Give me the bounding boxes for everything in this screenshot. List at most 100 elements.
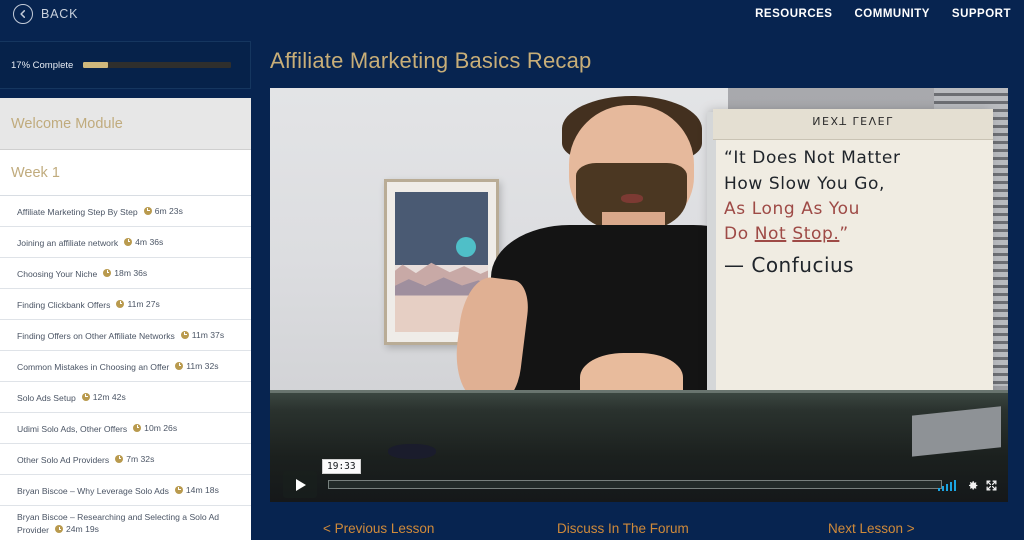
- quote-line-4-e: ”: [839, 223, 849, 244]
- volume-bar-5: [953, 480, 956, 491]
- discuss-forum-link[interactable]: Discuss In The Forum: [557, 521, 689, 536]
- sidebar-lesson-item[interactable]: Other Solo Ad Providers 7m 32s: [0, 444, 251, 475]
- clock-icon: [175, 361, 184, 370]
- presenter-mouth: [620, 193, 643, 204]
- lesson-footer-nav: < Previous Lesson Discuss In The Forum N…: [270, 516, 1008, 540]
- desk-edge: [270, 390, 1008, 394]
- progress-label: 17% Complete: [11, 59, 74, 71]
- sidebar-lesson-item[interactable]: Solo Ads Setup 12m 42s: [0, 382, 251, 413]
- clock-icon: [115, 454, 124, 463]
- clock-icon: [116, 299, 125, 308]
- quote-line-4-d: Stop.: [792, 223, 840, 244]
- quote-line-4: Do Not Stop.”: [724, 222, 982, 247]
- sidebar-lesson-item[interactable]: Finding Clickbank Offers 11m 27s: [0, 289, 251, 320]
- lesson-item-duration-text: 11m 27s: [127, 298, 160, 309]
- lesson-item-title: Udimi Solo Ads, Other Offers: [17, 423, 128, 434]
- chevron-left-icon: [13, 3, 33, 24]
- lesson-item-duration: 11m 37s: [180, 329, 225, 341]
- video-frame-content: NEXT LEVEL “It Does Not Matter How Slow …: [270, 88, 1008, 502]
- sidebar-lesson-item[interactable]: Bryan Biscoe – Researching and Selecting…: [0, 506, 251, 540]
- lesson-item-content: Finding Offers on Other Affiliate Networ…: [17, 329, 224, 342]
- lesson-item-duration: 10m 26s: [133, 422, 177, 434]
- video-player[interactable]: NEXT LEVEL “It Does Not Matter How Slow …: [270, 88, 1008, 502]
- lesson-item-duration-text: 7m 32s: [126, 453, 155, 464]
- lesson-sidebar[interactable]: Welcome Module Week 1 Affiliate Marketin…: [0, 98, 251, 540]
- lesson-item-duration-text: 6m 23s: [154, 205, 183, 216]
- lesson-item-duration-text: 18m 36s: [114, 267, 148, 278]
- page-title: Affiliate Marketing Basics Recap: [270, 48, 592, 73]
- lesson-item-title: Joining an affiliate network: [17, 237, 119, 248]
- sidebar-lesson-item[interactable]: Udimi Solo Ads, Other Offers 10m 26s: [0, 413, 251, 444]
- play-icon: [296, 478, 306, 491]
- top-nav: RESOURCES COMMUNITY SUPPORT: [755, 0, 1011, 27]
- sidebar-lesson-item[interactable]: Affiliate Marketing Step By Step 6m 23s: [0, 196, 251, 227]
- sidebar-lesson-item[interactable]: Common Mistakes in Choosing an Offer 11m …: [0, 351, 251, 382]
- quote-line-4-b: Not: [754, 223, 787, 244]
- lesson-item-content: Common Mistakes in Choosing an Offer 11m …: [17, 360, 219, 373]
- sidebar-lesson-item[interactable]: Choosing Your Niche 18m 36s: [0, 258, 251, 289]
- lesson-item-duration: 18m 36s: [103, 267, 147, 279]
- next-lesson-link[interactable]: Next Lesson >: [828, 521, 915, 536]
- progress-bar-fill: [83, 62, 109, 68]
- volume-bar-2: [941, 486, 945, 491]
- lesson-item-content: Solo Ads Setup 12m 42s: [17, 391, 126, 404]
- lesson-item-duration-text: 12m 42s: [92, 391, 126, 402]
- progress-panel: 17% Complete: [0, 41, 251, 89]
- lesson-item-duration: 24m 19s: [55, 523, 99, 535]
- clock-icon: [143, 206, 152, 215]
- lesson-item-content: Udimi Solo Ads, Other Offers 10m 26s: [17, 422, 177, 435]
- flipchart-header-text: NEXT LEVEL: [812, 113, 894, 127]
- clock-icon: [180, 330, 189, 339]
- quote-line-1: “It Does Not Matter: [724, 148, 901, 169]
- nav-link-community[interactable]: COMMUNITY: [854, 8, 929, 20]
- previous-lesson-link[interactable]: < Previous Lesson: [323, 521, 434, 536]
- lesson-item-content: Finding Clickbank Offers 11m 27s: [17, 298, 160, 311]
- sidebar-lesson-item[interactable]: Joining an affiliate network 4m 36s: [0, 227, 251, 258]
- nav-link-support[interactable]: SUPPORT: [952, 8, 1011, 20]
- lesson-item-title: Bryan Biscoe – Researching and Selecting…: [17, 512, 220, 535]
- back-button[interactable]: BACK: [13, 3, 79, 24]
- clock-icon: [133, 423, 142, 432]
- lesson-item-duration: 7m 32s: [115, 453, 154, 465]
- lesson-item-duration: 14m 18s: [174, 484, 219, 496]
- quote-line-4-a: Do: [724, 223, 755, 244]
- sidebar-module-welcome[interactable]: Welcome Module: [0, 98, 251, 150]
- play-button[interactable]: [283, 471, 317, 498]
- lesson-item-title: Choosing Your Niche: [17, 268, 98, 279]
- seek-bar[interactable]: [328, 480, 942, 489]
- video-controls: 19:33: [270, 459, 1008, 502]
- settings-gear-icon[interactable]: [966, 479, 979, 492]
- fullscreen-icon[interactable]: [985, 479, 998, 492]
- lesson-item-content: Affiliate Marketing Step By Step 6m 23s: [17, 205, 183, 218]
- sidebar-lesson-list: Affiliate Marketing Step By Step 6m 23s Jo…: [0, 196, 251, 540]
- lesson-item-content: Other Solo Ad Providers 7m 32s: [17, 453, 154, 466]
- flipchart-quote: “It Does Not Matter How Slow You Go, As …: [724, 146, 982, 280]
- sidebar-section-week-1[interactable]: Week 1: [0, 150, 251, 196]
- computer-mouse: [388, 444, 437, 459]
- sidebar-lesson-item[interactable]: Bryan Biscoe – Why Leverage Solo Ads 14m …: [0, 475, 251, 506]
- clock-icon: [103, 268, 112, 277]
- clock-icon: [174, 485, 183, 494]
- lesson-item-title: Finding Offers on Other Affiliate Networ…: [17, 330, 175, 341]
- lesson-item-title: Solo Ads Setup: [17, 392, 76, 403]
- current-time-tooltip: 19:33: [322, 459, 361, 474]
- lesson-item-content: Choosing Your Niche 18m 36s: [17, 267, 147, 280]
- volume-icon[interactable]: [937, 479, 956, 491]
- clock-icon: [124, 237, 133, 246]
- nav-link-resources[interactable]: RESOURCES: [755, 8, 832, 20]
- lesson-item-duration: 11m 32s: [175, 360, 219, 372]
- lesson-item-title: Bryan Biscoe – Why Leverage Solo Ads: [17, 485, 169, 496]
- back-label: BACK: [41, 6, 79, 21]
- sidebar-module-label: Welcome Module: [11, 115, 123, 132]
- lesson-item-title: Affiliate Marketing Step By Step: [17, 206, 138, 217]
- progress-bar: [83, 62, 232, 68]
- lesson-item-duration-text: 10m 26s: [144, 422, 178, 433]
- course-player-page: BACK RESOURCES COMMUNITY SUPPORT 17% Com…: [0, 0, 1024, 540]
- lesson-item-duration-text: 11m 32s: [186, 360, 219, 371]
- clock-icon: [81, 392, 90, 401]
- lesson-item-duration-text: 11m 37s: [191, 329, 225, 340]
- sidebar-lesson-item[interactable]: Finding Offers on Other Affiliate Networ…: [0, 320, 251, 351]
- lesson-item-duration-text: 14m 18s: [185, 484, 219, 495]
- top-bar: BACK RESOURCES COMMUNITY SUPPORT: [0, 0, 1024, 27]
- quote-attribution: — Confucius: [724, 253, 855, 278]
